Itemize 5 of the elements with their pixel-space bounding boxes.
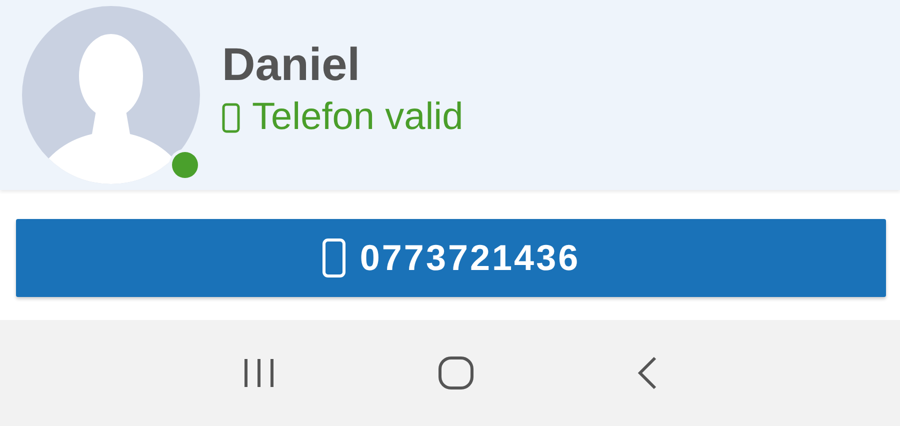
phone-status: Telefon valid	[252, 97, 464, 140]
phone-icon	[322, 238, 346, 278]
contact-name: Daniel	[222, 38, 362, 90]
home-icon[interactable]	[438, 356, 474, 390]
call-button[interactable]: 0773721436	[16, 219, 886, 297]
